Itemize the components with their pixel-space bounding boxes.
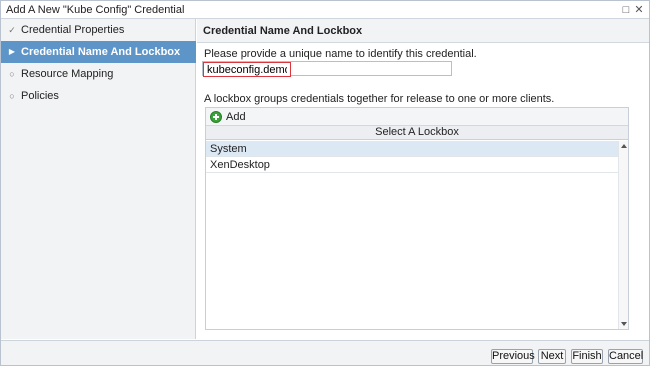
checkmark-icon: ✓ <box>8 25 16 35</box>
step-resource-mapping[interactable]: ○ Resource Mapping <box>1 63 196 85</box>
step-label: Credential Name And Lockbox <box>21 46 181 58</box>
circle-bullet-icon: ○ <box>9 69 15 79</box>
column-header-select-lockbox[interactable]: Select A Lockbox <box>206 126 628 140</box>
name-field-wrapper <box>202 61 452 77</box>
grid-scrollbar[interactable] <box>618 141 628 329</box>
title-bar: Add A New "Kube Config" Credential □ ✕ <box>1 1 649 19</box>
name-prompt: Please provide a unique name to identify… <box>204 48 477 60</box>
wizard-steps-sidebar: ✓ Credential Properties ▶ Credential Nam… <box>1 19 196 339</box>
step-credential-name-and-lockbox[interactable]: ▶ Credential Name And Lockbox <box>1 41 196 63</box>
panel-title: Credential Name And Lockbox <box>203 25 363 37</box>
close-icon[interactable]: ✕ <box>634 3 644 16</box>
add-circle-icon <box>210 111 222 123</box>
scroll-up-icon[interactable] <box>621 144 627 148</box>
dialog-title: Add A New "Kube Config" Credential <box>6 4 185 16</box>
table-row[interactable]: System <box>206 141 628 157</box>
step-credential-properties[interactable]: ✓ Credential Properties <box>1 19 196 41</box>
lockbox-grid: Add Select A Lockbox System XenDesktop <box>205 107 629 330</box>
add-label: Add <box>226 111 246 123</box>
play-arrow-icon: ▶ <box>8 47 16 56</box>
dialog-footer: Previous Next Finish Cancel <box>1 340 649 365</box>
next-button[interactable]: Next <box>538 349 566 364</box>
step-label: Credential Properties <box>21 24 125 36</box>
step-policies[interactable]: ○ Policies <box>1 85 196 107</box>
panel-header: Credential Name And Lockbox <box>197 19 649 43</box>
grid-toolbar: Add <box>206 108 628 126</box>
step-label: Policies <box>21 90 59 102</box>
finish-button[interactable]: Finish <box>571 349 603 364</box>
dialog-window: Add A New "Kube Config" Credential □ ✕ ✓… <box>0 0 650 366</box>
lockbox-description: A lockbox groups credentials together fo… <box>204 93 555 105</box>
restore-icon[interactable]: □ <box>621 4 631 16</box>
scroll-down-icon[interactable] <box>621 322 627 326</box>
main-panel: Credential Name And Lockbox Please provi… <box>197 19 649 339</box>
previous-button[interactable]: Previous <box>491 349 535 364</box>
window-controls: □ ✕ <box>621 3 644 16</box>
credential-name-input[interactable] <box>203 62 291 77</box>
step-label: Resource Mapping <box>21 68 114 80</box>
cancel-button[interactable]: Cancel <box>608 349 643 364</box>
circle-bullet-icon: ○ <box>9 91 15 101</box>
table-row[interactable]: XenDesktop <box>206 157 628 173</box>
